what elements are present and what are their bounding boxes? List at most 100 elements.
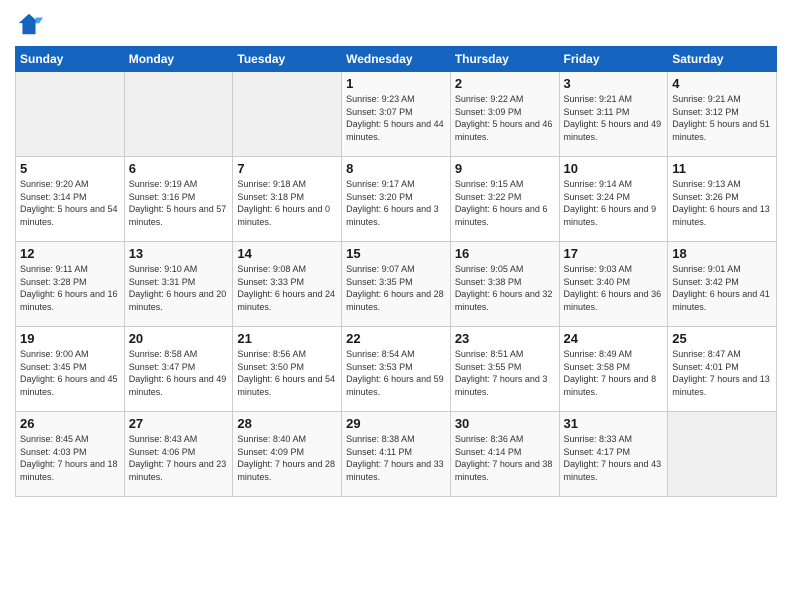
logo (15, 10, 45, 38)
calendar-cell: 31 Sunrise: 8:33 AMSunset: 4:17 PMDayligh… (559, 412, 668, 497)
day-info: Sunrise: 9:00 AMSunset: 3:45 PMDaylight:… (20, 348, 120, 398)
calendar-cell: 10 Sunrise: 9:14 AMSunset: 3:24 PMDayligh… (559, 157, 668, 242)
calendar-cell: 1Sunrise: 9:23 AMSunset: 3:07 PMDaylight… (342, 72, 451, 157)
day-number: 18 (672, 246, 772, 261)
calendar-table: SundayMondayTuesdayWednesdayThursdayFrid… (15, 46, 777, 497)
day-number: 12 (20, 246, 120, 261)
day-info: Sunrise: 8:33 AMSunset: 4:17 PMDaylight:… (564, 433, 664, 483)
calendar-cell: 27 Sunrise: 8:43 AMSunset: 4:06 PMDayligh… (124, 412, 233, 497)
day-number: 5 (20, 161, 120, 176)
header (15, 10, 777, 38)
day-info: Sunrise: 8:40 AMSunset: 4:09 PMDaylight:… (237, 433, 337, 483)
day-info: Sunrise: 9:19 AMSunset: 3:16 PMDaylight:… (129, 178, 229, 228)
calendar-cell: 14 Sunrise: 9:08 AMSunset: 3:33 PMDayligh… (233, 242, 342, 327)
calendar-cell (668, 412, 777, 497)
day-number: 29 (346, 416, 446, 431)
day-number: 24 (564, 331, 664, 346)
calendar-cell: 28 Sunrise: 8:40 AMSunset: 4:09 PMDayligh… (233, 412, 342, 497)
day-info: Sunrise: 9:13 AMSunset: 3:26 PMDaylight:… (672, 178, 772, 228)
day-number: 27 (129, 416, 229, 431)
day-number: 3 (564, 76, 664, 91)
day-info: Sunrise: 9:23 AMSunset: 3:07 PMDaylight:… (346, 93, 446, 143)
weekday-header: Sunday (16, 47, 125, 72)
day-number: 28 (237, 416, 337, 431)
day-info: Sunrise: 8:45 AMSunset: 4:03 PMDaylight:… (20, 433, 120, 483)
calendar-cell: 20Sunrise: 8:58 AMSunset: 3:47 PMDayligh… (124, 327, 233, 412)
day-info: Sunrise: 9:14 AMSunset: 3:24 PMDaylight:… (564, 178, 664, 228)
day-number: 31 (564, 416, 664, 431)
calendar-cell: 6 Sunrise: 9:19 AMSunset: 3:16 PMDaylight… (124, 157, 233, 242)
day-number: 22 (346, 331, 446, 346)
weekday-header: Saturday (668, 47, 777, 72)
calendar-cell: 16 Sunrise: 9:05 AMSunset: 3:38 PMDayligh… (450, 242, 559, 327)
day-number: 26 (20, 416, 120, 431)
calendar-cell: 7Sunrise: 9:18 AMSunset: 3:18 PMDaylight… (233, 157, 342, 242)
weekday-header: Monday (124, 47, 233, 72)
weekday-header: Friday (559, 47, 668, 72)
day-info: Sunrise: 9:15 AMSunset: 3:22 PMDaylight:… (455, 178, 555, 228)
day-info: Sunrise: 9:22 AMSunset: 3:09 PMDaylight:… (455, 93, 555, 143)
weekday-header: Tuesday (233, 47, 342, 72)
page-container: SundayMondayTuesdayWednesdayThursdayFrid… (0, 0, 792, 507)
day-info: Sunrise: 8:47 AMSunset: 4:01 PMDaylight:… (672, 348, 772, 398)
calendar-cell: 21Sunrise: 8:56 AMSunset: 3:50 PMDayligh… (233, 327, 342, 412)
calendar-cell: 18 Sunrise: 9:01 AMSunset: 3:42 PMDayligh… (668, 242, 777, 327)
day-number: 4 (672, 76, 772, 91)
day-info: Sunrise: 9:20 AMSunset: 3:14 PMDaylight:… (20, 178, 120, 228)
day-info: Sunrise: 8:36 AMSunset: 4:14 PMDaylight:… (455, 433, 555, 483)
calendar-cell (233, 72, 342, 157)
weekday-header: Wednesday (342, 47, 451, 72)
day-info: Sunrise: 9:18 AMSunset: 3:18 PMDaylight:… (237, 178, 337, 228)
day-info: Sunrise: 8:38 AMSunset: 4:11 PMDaylight:… (346, 433, 446, 483)
calendar-cell: 8 Sunrise: 9:17 AMSunset: 3:20 PMDaylight… (342, 157, 451, 242)
day-number: 30 (455, 416, 555, 431)
calendar-cell (16, 72, 125, 157)
calendar-week: 19 Sunrise: 9:00 AMSunset: 3:45 PMDayligh… (16, 327, 777, 412)
calendar-cell: 30 Sunrise: 8:36 AMSunset: 4:14 PMDayligh… (450, 412, 559, 497)
day-number: 8 (346, 161, 446, 176)
day-info: Sunrise: 9:10 AMSunset: 3:31 PMDaylight:… (129, 263, 229, 313)
calendar-week: 5 Sunrise: 9:20 AMSunset: 3:14 PMDaylight… (16, 157, 777, 242)
day-number: 15 (346, 246, 446, 261)
day-info: Sunrise: 9:21 AMSunset: 3:12 PMDaylight:… (672, 93, 772, 143)
day-number: 19 (20, 331, 120, 346)
calendar-cell: 9Sunrise: 9:15 AMSunset: 3:22 PMDaylight… (450, 157, 559, 242)
day-info: Sunrise: 8:58 AMSunset: 3:47 PMDaylight:… (129, 348, 229, 398)
calendar-cell: 17 Sunrise: 9:03 AMSunset: 3:40 PMDayligh… (559, 242, 668, 327)
day-number: 23 (455, 331, 555, 346)
day-info: Sunrise: 8:51 AMSunset: 3:55 PMDaylight:… (455, 348, 555, 398)
day-info: Sunrise: 9:17 AMSunset: 3:20 PMDaylight:… (346, 178, 446, 228)
day-info: Sunrise: 8:43 AMSunset: 4:06 PMDaylight:… (129, 433, 229, 483)
day-number: 16 (455, 246, 555, 261)
day-number: 2 (455, 76, 555, 91)
day-info: Sunrise: 9:03 AMSunset: 3:40 PMDaylight:… (564, 263, 664, 313)
calendar-cell: 19 Sunrise: 9:00 AMSunset: 3:45 PMDayligh… (16, 327, 125, 412)
day-number: 10 (564, 161, 664, 176)
calendar-week: 12Sunrise: 9:11 AMSunset: 3:28 PMDayligh… (16, 242, 777, 327)
day-info: Sunrise: 9:05 AMSunset: 3:38 PMDaylight:… (455, 263, 555, 313)
calendar-week: 1Sunrise: 9:23 AMSunset: 3:07 PMDaylight… (16, 72, 777, 157)
calendar-cell: 12Sunrise: 9:11 AMSunset: 3:28 PMDayligh… (16, 242, 125, 327)
calendar-cell: 2 Sunrise: 9:22 AMSunset: 3:09 PMDaylight… (450, 72, 559, 157)
calendar-cell: 25 Sunrise: 8:47 AMSunset: 4:01 PMDayligh… (668, 327, 777, 412)
day-number: 6 (129, 161, 229, 176)
day-number: 17 (564, 246, 664, 261)
calendar-cell (124, 72, 233, 157)
day-number: 21 (237, 331, 337, 346)
calendar-cell: 23 Sunrise: 8:51 AMSunset: 3:55 PMDayligh… (450, 327, 559, 412)
calendar-cell: 3Sunrise: 9:21 AMSunset: 3:11 PMDaylight… (559, 72, 668, 157)
day-info: Sunrise: 8:54 AMSunset: 3:53 PMDaylight:… (346, 348, 446, 398)
day-number: 14 (237, 246, 337, 261)
calendar-cell: 26 Sunrise: 8:45 AMSunset: 4:03 PMDayligh… (16, 412, 125, 497)
calendar-week: 26 Sunrise: 8:45 AMSunset: 4:03 PMDayligh… (16, 412, 777, 497)
day-number: 25 (672, 331, 772, 346)
calendar-cell: 4 Sunrise: 9:21 AMSunset: 3:12 PMDaylight… (668, 72, 777, 157)
header-row: SundayMondayTuesdayWednesdayThursdayFrid… (16, 47, 777, 72)
day-info: Sunrise: 9:07 AMSunset: 3:35 PMDaylight:… (346, 263, 446, 313)
logo-icon (15, 10, 43, 38)
day-info: Sunrise: 9:08 AMSunset: 3:33 PMDaylight:… (237, 263, 337, 313)
day-info: Sunrise: 9:01 AMSunset: 3:42 PMDaylight:… (672, 263, 772, 313)
calendar-cell: 15 Sunrise: 9:07 AMSunset: 3:35 PMDayligh… (342, 242, 451, 327)
calendar-cell: 24Sunrise: 8:49 AMSunset: 3:58 PMDayligh… (559, 327, 668, 412)
calendar-cell: 22 Sunrise: 8:54 AMSunset: 3:53 PMDayligh… (342, 327, 451, 412)
